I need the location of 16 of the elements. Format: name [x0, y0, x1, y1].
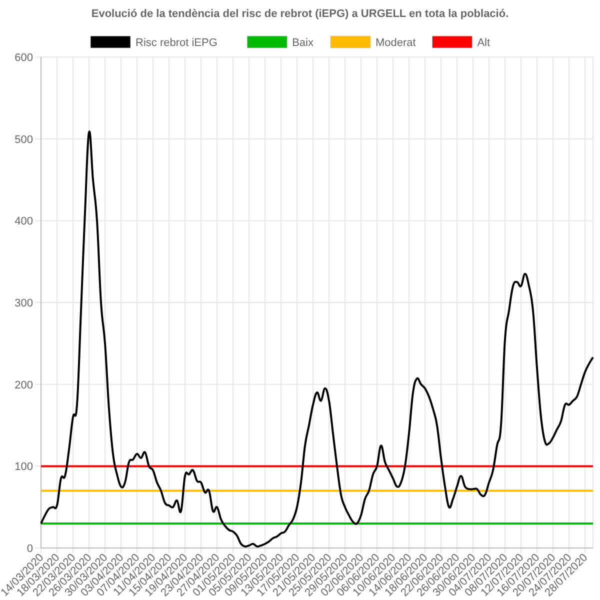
y-tick-label: 0: [26, 543, 33, 555]
legend-swatch[interactable]: [246, 36, 288, 48]
y-tick-label: 300: [14, 298, 33, 310]
chart-title: Evolució de la tendència del risc de rebrot (iEPG) a URGELL en tota la població.: [91, 8, 509, 20]
y-tick-label: 500: [14, 134, 33, 146]
y-tick-label: 200: [14, 379, 33, 392]
legend-swatch[interactable]: [330, 36, 371, 48]
legend-label[interactable]: Risc rebrot iEPG: [136, 37, 218, 49]
legend-label[interactable]: Moderat: [376, 37, 416, 49]
legend-swatch[interactable]: [432, 36, 472, 48]
y-tick-label: 100: [14, 461, 33, 474]
legend-label[interactable]: Baix: [292, 37, 314, 49]
y-tick-label: 600: [14, 52, 33, 64]
legend-swatch[interactable]: [90, 36, 131, 48]
legend-label[interactable]: Alt: [477, 37, 490, 49]
y-tick-label: 400: [14, 216, 33, 228]
